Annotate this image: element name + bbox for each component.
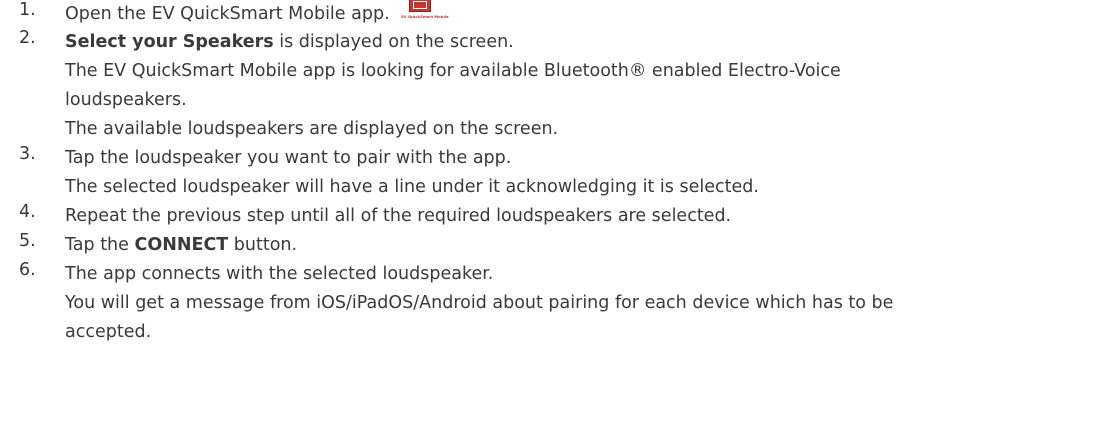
step-1: 1. Open the EV QuickSmart Mobile app. EV… <box>0 0 1095 28</box>
step-text: Tap the <box>65 235 135 255</box>
step-line: Select your Speakers is displayed on the… <box>65 28 1095 57</box>
ev-quicksmart-mobile-app-icon: EV QuickSmart Mobile <box>401 0 449 24</box>
step-number: 5. <box>19 231 36 251</box>
step-line: The selected loudspeaker will have a lin… <box>65 177 759 197</box>
step-bold-text: Select your Speakers <box>65 32 274 52</box>
step-text: Open the EV QuickSmart Mobile app. <box>65 4 390 24</box>
step-number: 6. <box>19 260 36 280</box>
step-line: Open the EV QuickSmart Mobile app. EV Qu… <box>65 0 1095 28</box>
step-line: accepted. <box>65 322 152 342</box>
step-line: Tap the loudspeaker you want to pair wit… <box>65 148 512 168</box>
step-5: 5. Tap the CONNECT button. <box>0 231 1095 260</box>
step-line: Repeat the previous step until all of th… <box>65 206 732 226</box>
step-number: 3. <box>19 144 36 164</box>
step-line: The app connects with the selected louds… <box>65 264 494 284</box>
step-number: 4. <box>19 202 36 222</box>
step-line: loudspeakers. <box>65 90 187 110</box>
app-icon-caption: EV QuickSmart Mobile <box>401 14 449 19</box>
step-number: 2. <box>19 28 36 48</box>
step-bold-text: CONNECT <box>134 235 229 255</box>
step-line: Tap the CONNECT button. <box>65 231 1095 260</box>
step-2: 2. Select your Speakers is displayed on … <box>0 28 1095 144</box>
step-6: 6. The app connects with the selected lo… <box>0 260 1095 347</box>
step-text: button. <box>228 235 298 255</box>
step-4: 4. Repeat the previous step until all of… <box>0 202 1095 231</box>
step-text: is displayed on the screen. <box>273 32 514 52</box>
step-line: The EV QuickSmart Mobile app is looking … <box>65 61 841 81</box>
step-line: The available loudspeakers are displayed… <box>65 119 559 139</box>
instruction-steps-list: 1. Open the EV QuickSmart Mobile app. EV… <box>0 0 1095 347</box>
step-3: 3. Tap the loudspeaker you want to pair … <box>0 144 1095 202</box>
ev-logo-box <box>409 0 432 12</box>
step-number: 1. <box>19 0 36 20</box>
step-line: You will get a message from iOS/iPadOS/A… <box>65 293 894 313</box>
